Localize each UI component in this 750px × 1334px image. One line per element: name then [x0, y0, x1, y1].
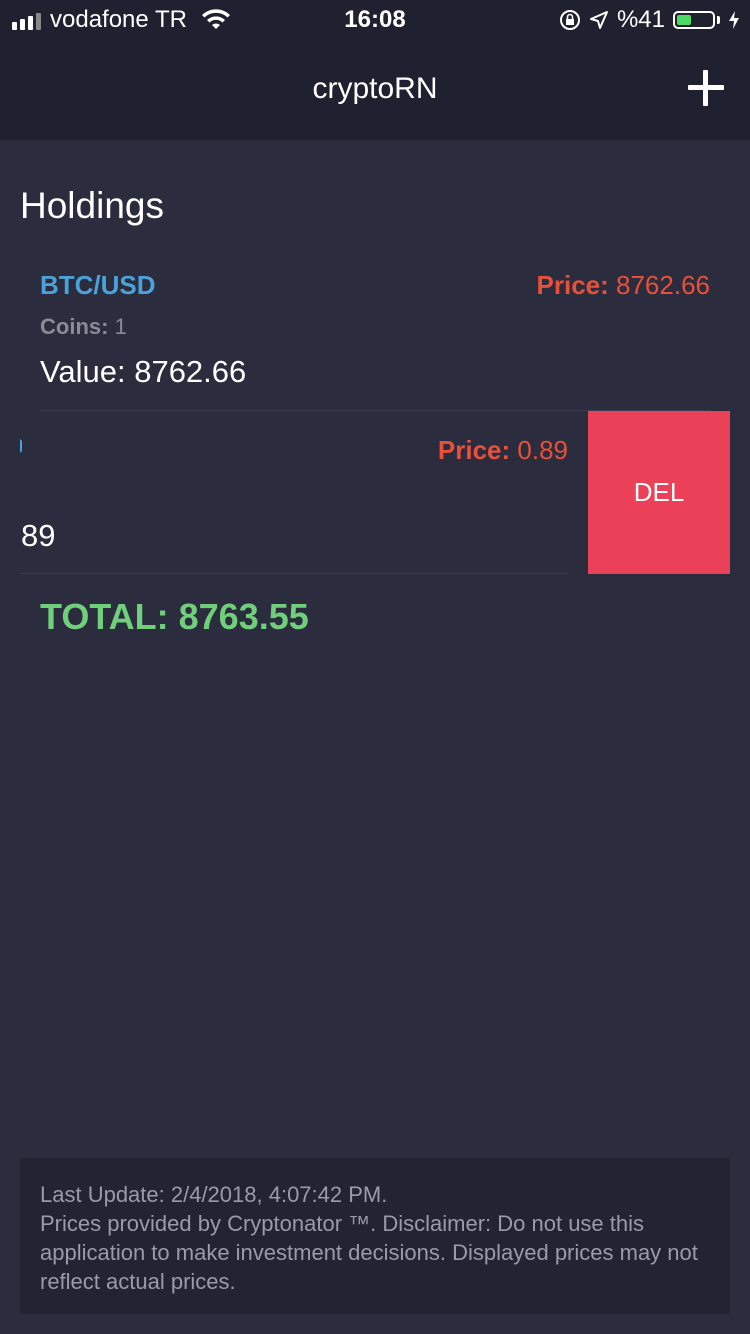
status-bar: vodafone TR 16:08 %41 — [0, 0, 750, 40]
price-value: 8762.66 — [616, 270, 710, 300]
holding-coins: Coins: 1 — [40, 314, 127, 340]
last-update: Last Update: 2/4/2018, 4:07:42 PM. — [40, 1182, 388, 1207]
portfolio-total: TOTAL: 8763.55 — [40, 596, 309, 637]
disclaimer-text: Prices provided by Cryptonator ™. Discla… — [40, 1211, 698, 1294]
coins-value: 1 — [114, 314, 127, 339]
footer-disclaimer: Last Update: 2/4/2018, 4:07:42 PM. Price… — [20, 1158, 730, 1314]
holding-value: Value: 8762.66 — [40, 354, 247, 389]
holding-value-partial: 89 — [21, 518, 56, 553]
section-title: Holdings — [20, 185, 164, 226]
coins-label: Coins: — [40, 314, 109, 339]
charging-icon — [729, 11, 739, 29]
holding-price: Price: 0.89 — [438, 435, 568, 466]
holding-row-swiped[interactable]: Price: 0.89 89 — [20, 411, 568, 574]
battery-icon — [673, 11, 715, 29]
battery-tip — [717, 16, 720, 24]
holding-pair: BTC/USD — [40, 270, 156, 300]
plus-icon-vertical — [703, 70, 708, 106]
battery-fill — [677, 15, 691, 25]
status-right: %41 — [559, 6, 740, 34]
holding-pair-partial — [20, 439, 22, 453]
battery-percent: %41 — [616, 6, 665, 33]
add-holding-button[interactable] — [688, 70, 724, 106]
orientation-lock-icon — [559, 10, 580, 30]
delete-button[interactable]: DEL — [588, 411, 730, 574]
holding-price: Price: 8762.66 — [537, 270, 710, 301]
location-icon — [589, 11, 608, 29]
app-title: cryptoRN — [312, 72, 438, 105]
holding-row[interactable]: BTC/USD Price: 8762.66 Coins: 1 Value: 8… — [40, 268, 710, 411]
price-label: Price: — [437, 435, 511, 465]
navbar: cryptoRN — [0, 40, 750, 140]
price-value: 0.89 — [517, 435, 568, 465]
price-label: Price: — [536, 270, 609, 300]
